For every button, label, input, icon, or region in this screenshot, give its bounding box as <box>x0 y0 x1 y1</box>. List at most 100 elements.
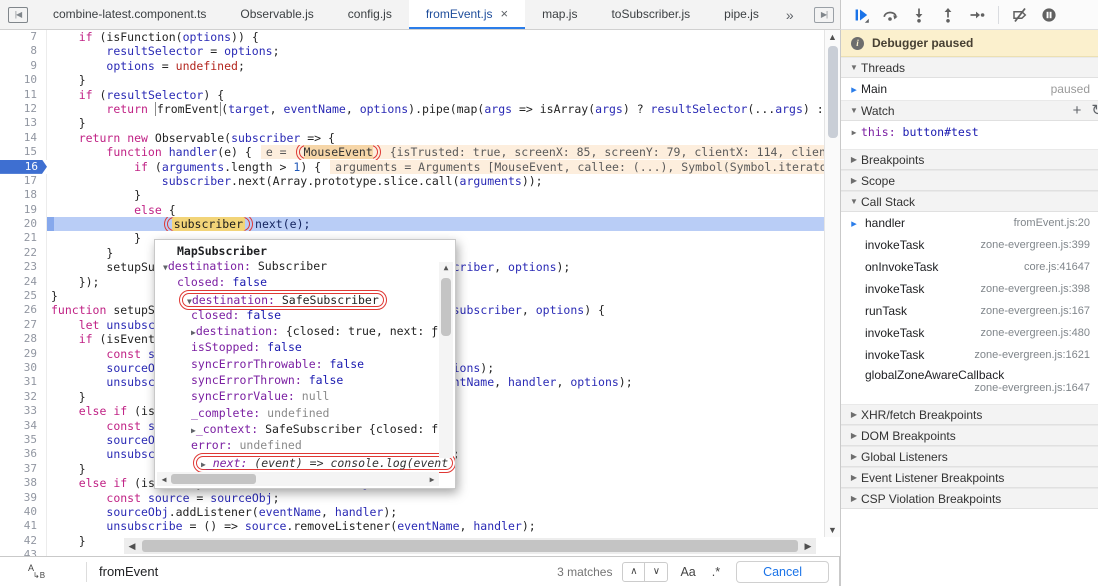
line-number[interactable]: 38 <box>0 476 47 490</box>
regex-button[interactable]: .* <box>712 565 720 579</box>
line-number[interactable]: 18 <box>0 188 47 202</box>
call-stack-frame-runTask[interactable]: runTaskzone-evergreen.js:167 <box>841 300 1098 322</box>
scroll-right-icon[interactable]: ▶ <box>800 541 816 552</box>
popup-scroll-left-icon[interactable]: ◀ <box>157 475 171 484</box>
thread-row-main[interactable]: ▸Mainpaused <box>841 78 1098 100</box>
section-header-csp-violation-breakpoints[interactable]: ▶CSP Violation Breakpoints <box>841 488 1098 509</box>
line-number[interactable]: 12 <box>0 102 47 116</box>
line-number[interactable]: 28 <box>0 332 47 346</box>
add-watch-icon[interactable]: + <box>1073 103 1082 118</box>
close-icon[interactable]: × <box>501 9 509 19</box>
line-number[interactable]: 14 <box>0 131 47 145</box>
code-text[interactable]: sourceObj.addListener(eventName, handler… <box>47 505 824 519</box>
line-number[interactable]: 19 <box>0 203 47 217</box>
resume-script-icon[interactable] <box>853 7 869 23</box>
call-stack-frame-invokeTask[interactable]: invokeTaskzone-evergreen.js:398 <box>841 278 1098 300</box>
expander-closed-icon[interactable]: ▶ <box>847 128 861 137</box>
code-text[interactable]: unsubscribe = () => source.removeListene… <box>47 519 824 533</box>
property-row-_context[interactable]: ▶_context: SafeSubscriber {closed: f <box>155 422 455 438</box>
code-text[interactable]: return new Observable(subscriber => { <box>47 131 824 145</box>
tab-map-js[interactable]: map.js <box>525 0 594 29</box>
scroll-down-icon[interactable]: ▼ <box>825 525 840 535</box>
line-number[interactable]: 15 <box>0 145 47 159</box>
line-number[interactable]: 29 <box>0 347 47 361</box>
line-number[interactable]: 42 <box>0 534 47 548</box>
call-stack-frame-invokeTask[interactable]: invokeTaskzone-evergreen.js:399 <box>841 234 1098 256</box>
search-input[interactable] <box>87 563 557 580</box>
previous-match-button[interactable]: ∧ <box>623 563 645 581</box>
code-text[interactable]: if (isFunction(options)) { <box>47 30 824 44</box>
line-number[interactable]: 40 <box>0 505 47 519</box>
line-number[interactable]: 7 <box>0 30 47 44</box>
line-number[interactable]: 41 <box>0 519 47 533</box>
cancel-button[interactable]: Cancel <box>736 561 829 583</box>
pause-on-exceptions-icon[interactable] <box>1041 7 1057 23</box>
line-number[interactable]: 36 <box>0 447 47 461</box>
code-text[interactable]: else { <box>47 203 824 217</box>
property-row-destination[interactable]: ▼destination: SafeSubscriber <box>155 292 455 308</box>
call-stack-frame-invokeTask[interactable]: invokeTaskzone-evergreen.js:480 <box>841 322 1098 344</box>
line-number[interactable]: 43 <box>0 548 47 556</box>
line-number[interactable]: 23 <box>0 260 47 274</box>
tab-pipe-js[interactable]: pipe.js <box>707 0 776 29</box>
deactivate-breakpoints-icon[interactable] <box>1012 7 1028 23</box>
toggle-navigator-icon[interactable]: |◀ <box>8 7 28 23</box>
section-header-global-listeners[interactable]: ▶Global Listeners <box>841 446 1098 467</box>
line-number[interactable]: 10 <box>0 73 47 87</box>
line-number[interactable]: 24 <box>0 275 47 289</box>
code-text[interactable]: } <box>47 116 824 130</box>
line-number[interactable]: 37 <box>0 462 47 476</box>
call-stack-frame-handler[interactable]: ▸handlerfromEvent.js:20 <box>841 212 1098 234</box>
tab-combine-latest-component-ts[interactable]: combine-latest.component.ts <box>36 0 223 29</box>
refresh-watch-icon[interactable]: ↻ <box>1091 103 1098 118</box>
popup-vertical-scrollbar[interactable]: ▲ <box>439 262 453 458</box>
popup-scroll-right-icon[interactable]: ▶ <box>425 475 439 484</box>
section-header-xhr-fetch-breakpoints[interactable]: ▶XHR/fetch Breakpoints <box>841 404 1098 425</box>
property-row-_next[interactable]: ▶_next: (event) => console.log(event <box>155 455 455 471</box>
section-header-event-listener-breakpoints[interactable]: ▶Event Listener Breakpoints <box>841 467 1098 488</box>
step-over-icon[interactable] <box>882 7 898 23</box>
code-text[interactable]: resultSelector = options; <box>47 44 824 58</box>
next-match-button[interactable]: ∨ <box>645 563 667 581</box>
section-header-breakpoints[interactable]: ▶Breakpoints <box>841 149 1098 170</box>
code-text[interactable]: const source = sourceObj; <box>47 491 824 505</box>
code-text[interactable]: subscriber.next(Array.prototype.slice.ca… <box>47 174 824 188</box>
line-number[interactable]: 22 <box>0 246 47 260</box>
scroll-up-icon[interactable]: ▲ <box>825 32 840 42</box>
tab-config-js[interactable]: config.js <box>331 0 409 29</box>
line-number[interactable]: 21 <box>0 231 47 245</box>
line-number[interactable]: 31 <box>0 375 47 389</box>
popup-horizontal-scrollbar[interactable]: ◀ ▶ <box>157 472 439 486</box>
tab-observable-js[interactable]: Observable.js <box>223 0 330 29</box>
property-row-destination[interactable]: ▶destination: {closed: true, next: ƒ <box>155 324 455 340</box>
tab-fromevent-js[interactable]: fromEvent.js× <box>409 0 525 29</box>
section-header-call-stack[interactable]: ▼Call Stack <box>841 191 1098 212</box>
section-header-threads[interactable]: ▼Threads <box>841 57 1098 78</box>
line-number[interactable]: 25 <box>0 289 47 303</box>
section-header-watch[interactable]: ▼Watch+↻ <box>841 100 1098 121</box>
line-number[interactable]: 32 <box>0 390 47 404</box>
line-number[interactable]: 11 <box>0 88 47 102</box>
call-stack-frame-onInvokeTask[interactable]: onInvokeTaskcore.js:41647 <box>841 256 1098 278</box>
match-case-button[interactable]: Aa <box>680 565 695 579</box>
code-text[interactable]: function handler(e) {e = MouseEvent {isT… <box>47 145 824 159</box>
call-stack-frame-globalZoneAwareCallback[interactable]: globalZoneAwareCallbackzone-evergreen.js… <box>841 366 1098 404</box>
line-number[interactable]: 8 <box>0 44 47 58</box>
line-number[interactable]: 34 <box>0 419 47 433</box>
line-number[interactable]: 35 <box>0 433 47 447</box>
step-out-icon[interactable] <box>940 7 956 23</box>
property-row-destination[interactable]: ▼destination: Subscriber <box>155 259 455 275</box>
line-number[interactable]: 20 <box>0 217 47 231</box>
line-number[interactable]: 39 <box>0 491 47 505</box>
toggle-debugger-sidebar-icon[interactable]: ▶| <box>814 7 834 23</box>
line-number[interactable]: 27 <box>0 318 47 332</box>
code-text[interactable]: options = undefined; <box>47 59 824 73</box>
code-text[interactable]: subscribernext(e); <box>47 217 824 231</box>
line-number[interactable]: 30 <box>0 361 47 375</box>
line-number[interactable]: 9 <box>0 59 47 73</box>
watch-expression-row[interactable]: ▶this: button#test <box>841 121 1098 143</box>
call-stack-frame-invokeTask[interactable]: invokeTaskzone-evergreen.js:1621 <box>841 344 1098 366</box>
line-number[interactable]: 33 <box>0 404 47 418</box>
code-text[interactable]: if (resultSelector) { <box>47 88 824 102</box>
line-number[interactable]: 13 <box>0 116 47 130</box>
